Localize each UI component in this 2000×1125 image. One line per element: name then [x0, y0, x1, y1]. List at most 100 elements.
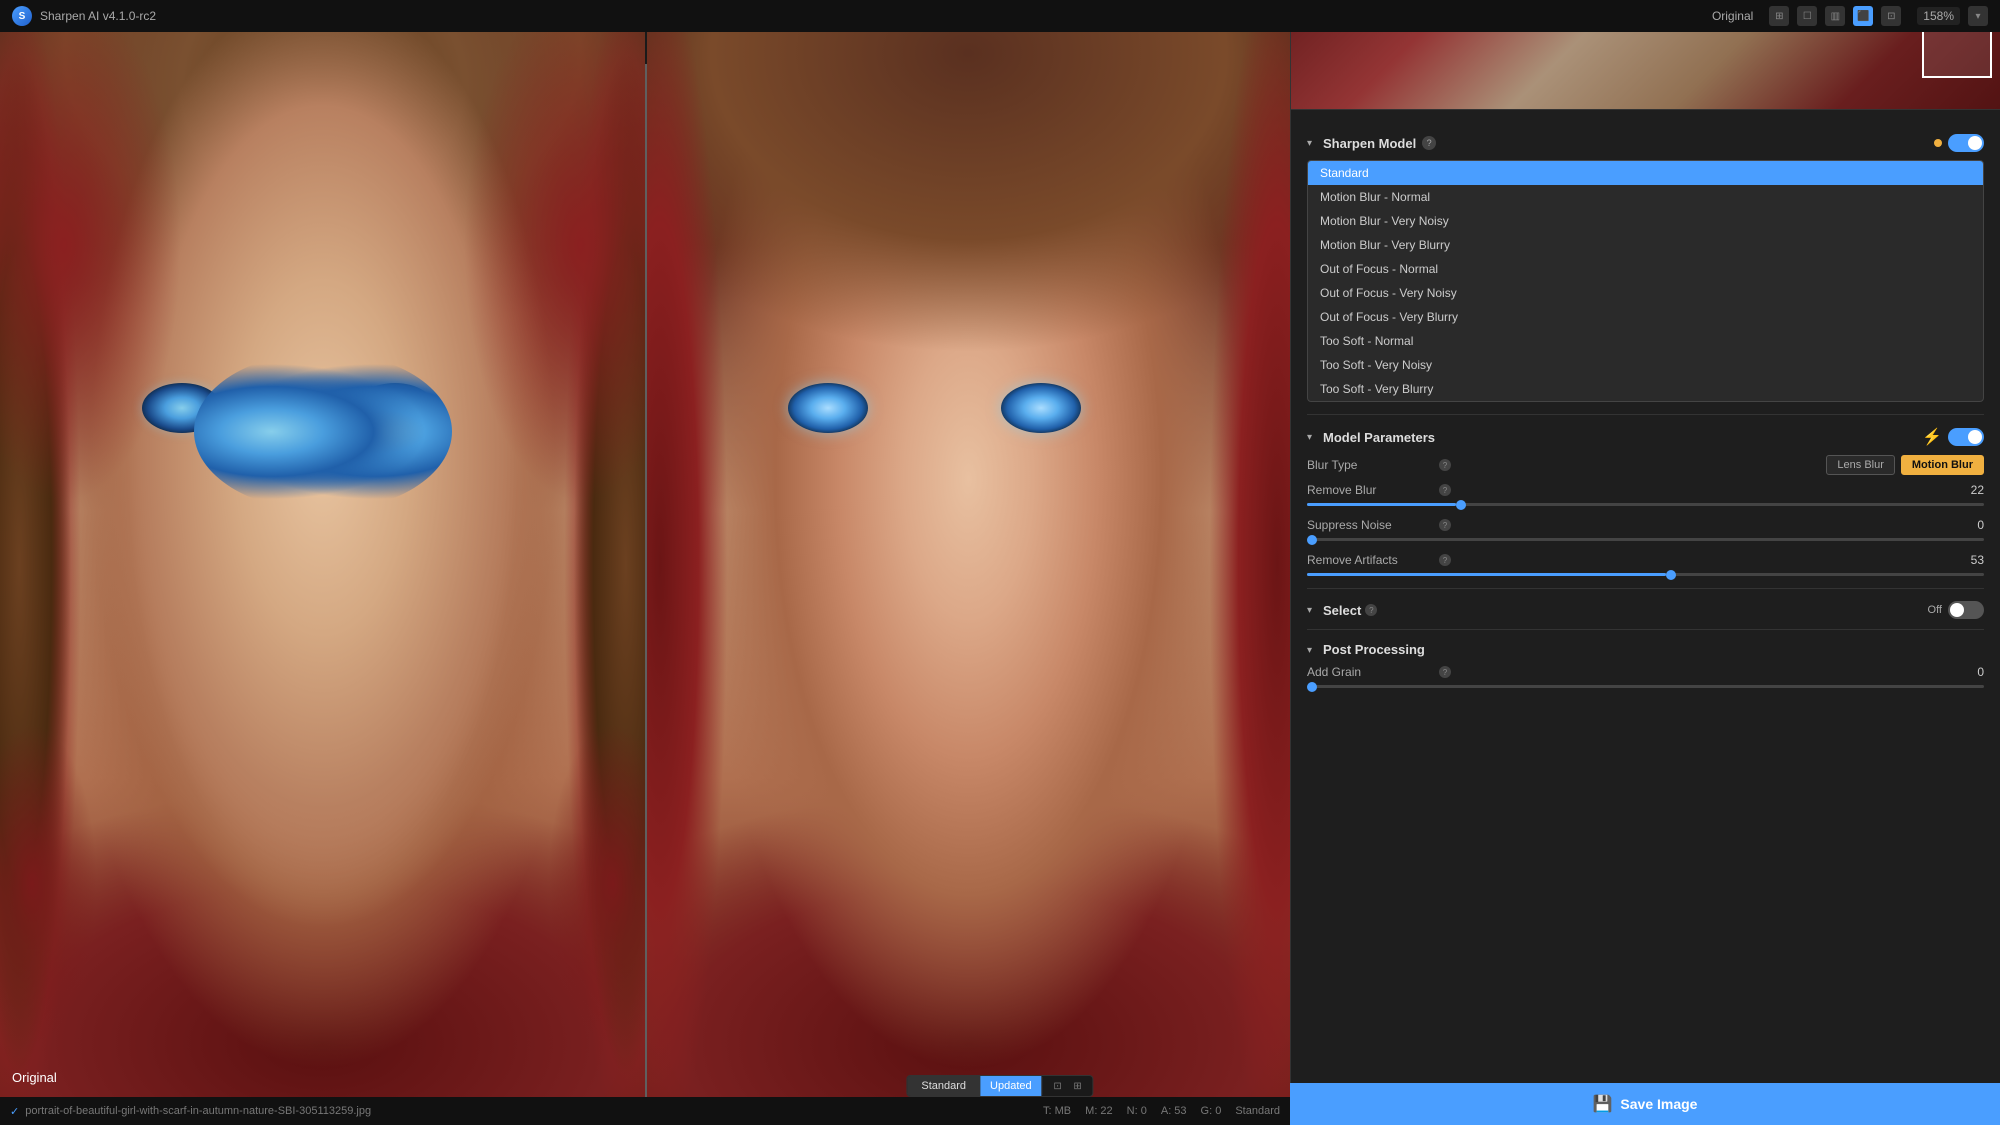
suppress-noise-container: Suppress Noise ? 0 — [1307, 518, 1984, 541]
remove-blur-label: Remove Blur — [1307, 483, 1427, 497]
add-grain-track[interactable] — [1307, 685, 1984, 688]
model-option-motion-blur-very-noisy[interactable]: Motion Blur - Very Noisy — [1308, 209, 1983, 233]
add-grain-help-icon[interactable]: ? — [1439, 666, 1451, 678]
image-statusbar: ✓ portrait-of-beautiful-girl-with-scarf-… — [0, 1097, 1290, 1125]
updated-image-bg — [647, 32, 1290, 1097]
suppress-noise-track[interactable] — [1307, 538, 1984, 541]
comparison-pill: Standard Updated ⊡ ⊞ — [906, 1075, 1093, 1097]
right-eye-left — [355, 383, 435, 433]
comparison-icons: ⊡ ⊞ — [1042, 1077, 1093, 1095]
sharpen-model-toggle[interactable] — [1948, 134, 1984, 152]
image-divider — [645, 64, 647, 1125]
model-option-standard[interactable]: Standard — [1308, 161, 1983, 185]
remove-blur-row: Remove Blur ? 22 — [1307, 483, 1984, 497]
select-help-icon[interactable]: ? — [1365, 604, 1377, 616]
sharpen-model-toggle-group — [1934, 134, 1984, 152]
select-toggle-label: Off — [1928, 604, 1942, 616]
model-option-out-of-focus-very-blurry[interactable]: Out of Focus - Very Blurry — [1308, 305, 1983, 329]
status-info-group: T: MB M: 22 N: 0 A: 53 G: 0 Standard — [1043, 1105, 1280, 1117]
select-section-header: ▾ Select ? Off — [1307, 601, 1984, 619]
save-button[interactable]: 💾 Save Image — [1290, 1083, 2000, 1125]
status-n: N: 0 — [1127, 1105, 1147, 1117]
sharpen-model-header: ▾ Sharpen Model ? — [1307, 134, 1984, 152]
remove-artifacts-label: Remove Artifacts — [1307, 553, 1427, 567]
add-grain-value: 0 — [1960, 665, 1984, 679]
remove-artifacts-value: 53 — [1960, 553, 1984, 567]
remove-blur-container: Remove Blur ? 22 — [1307, 483, 1984, 506]
panel-content: ▾ Sharpen Model ? Standard Motion Blur -… — [1291, 110, 2000, 1125]
grid-single-icon[interactable]: ☐ — [1797, 6, 1817, 26]
select-toggle-group: Off — [1928, 601, 1984, 619]
motion-blur-button[interactable]: Motion Blur — [1901, 455, 1984, 475]
remove-artifacts-container: Remove Artifacts ? 53 — [1307, 553, 1984, 576]
suppress-noise-label: Suppress Noise — [1307, 518, 1427, 532]
titlebar: S Sharpen AI v4.1.0-rc2 Original ⊞ ☐ ▥ ⬛… — [0, 0, 2000, 32]
model-parameters-toggle[interactable] — [1948, 428, 1984, 446]
model-dropdown: Standard Motion Blur - Normal Motion Blu… — [1307, 160, 1984, 402]
zoom-dropdown-icon[interactable]: ▾ — [1968, 6, 1988, 26]
blur-type-buttons: Lens Blur Motion Blur — [1826, 455, 1984, 475]
suppress-noise-help-icon[interactable]: ? — [1439, 519, 1451, 531]
post-processing-header: ▾ Post Processing — [1307, 642, 1984, 657]
add-grain-label: Add Grain — [1307, 665, 1427, 679]
sharpen-model-help-icon[interactable]: ? — [1422, 136, 1436, 150]
model-option-out-of-focus-normal[interactable]: Out of Focus - Normal — [1308, 257, 1983, 281]
post-processing-collapse-icon[interactable]: ▾ — [1307, 645, 1317, 655]
zoom-display[interactable]: 158% — [1917, 7, 1960, 25]
model-option-motion-blur-very-blurry[interactable]: Motion Blur - Very Blurry — [1308, 233, 1983, 257]
app-title: Sharpen AI v4.1.0-rc2 — [40, 9, 156, 23]
status-type: T: MB — [1043, 1105, 1071, 1117]
select-section-title: Select — [1323, 603, 1361, 618]
sharpen-model-info-dot — [1934, 139, 1942, 147]
remove-blur-thumb[interactable] — [1456, 500, 1466, 510]
remove-artifacts-track[interactable] — [1307, 573, 1984, 576]
remove-artifacts-fill — [1307, 573, 1666, 576]
left-eye-right — [788, 383, 868, 433]
remove-artifacts-thumb[interactable] — [1666, 570, 1676, 580]
section-divider-1 — [1307, 414, 1984, 415]
select-toggle[interactable] — [1948, 601, 1984, 619]
suppress-noise-value: 0 — [1960, 518, 1984, 532]
save-icon: 💾 — [1593, 1094, 1613, 1114]
comparison-standard-button[interactable]: Standard — [907, 1076, 980, 1096]
image-view-icon[interactable]: ⊡ — [1881, 6, 1901, 26]
save-button-label: Save Image — [1620, 1096, 1697, 1112]
model-option-too-soft-very-noisy[interactable]: Too Soft - Very Noisy — [1308, 353, 1983, 377]
remove-blur-help-icon[interactable]: ? — [1439, 484, 1451, 496]
remove-blur-track[interactable] — [1307, 503, 1984, 506]
comparison-updated-label: Updated — [980, 1076, 1042, 1096]
add-grain-row: Add Grain ? 0 — [1307, 665, 1984, 679]
blur-type-section: Blur Type ? Lens Blur Motion Blur — [1307, 455, 1984, 475]
model-option-too-soft-very-blurry[interactable]: Too Soft - Very Blurry — [1308, 377, 1983, 401]
lightning-icon: ⚡ — [1922, 427, 1942, 447]
sharpen-model-collapse-icon[interactable]: ▾ — [1307, 138, 1317, 148]
status-g: G: 0 — [1201, 1105, 1222, 1117]
model-parameters-collapse-icon[interactable]: ▾ — [1307, 432, 1317, 442]
remove-artifacts-help-icon[interactable]: ? — [1439, 554, 1451, 566]
suppress-noise-thumb[interactable] — [1307, 535, 1317, 545]
comparison-icon-1[interactable]: ⊡ — [1049, 1077, 1067, 1095]
blur-type-help-icon[interactable]: ? — [1439, 459, 1451, 471]
section-divider-2 — [1307, 588, 1984, 589]
original-label: Original — [1712, 9, 1753, 23]
left-eye-left — [142, 383, 222, 433]
grid-2x2-icon[interactable]: ⊞ — [1769, 6, 1789, 26]
app-icon: S — [12, 6, 32, 26]
grid-side-icon[interactable]: ▥ — [1825, 6, 1845, 26]
lens-blur-button[interactable]: Lens Blur — [1826, 455, 1894, 475]
right-panel: ▾ Sharpen Model ? Standard Motion Blur -… — [1290, 0, 2000, 1125]
model-option-out-of-focus-very-noisy[interactable]: Out of Focus - Very Noisy — [1308, 281, 1983, 305]
toolbar-icons: ⊞ ☐ ▥ ⬛ ⊡ 158% ▾ — [1769, 6, 1988, 26]
status-m: M: 22 — [1085, 1105, 1113, 1117]
add-grain-thumb[interactable] — [1307, 682, 1317, 692]
comparison-icon-2[interactable]: ⊞ — [1069, 1077, 1087, 1095]
status-filename: portrait-of-beautiful-girl-with-scarf-in… — [25, 1105, 371, 1117]
select-collapse-icon[interactable]: ▾ — [1307, 605, 1317, 615]
grid-compare-icon[interactable]: ⬛ — [1853, 6, 1873, 26]
blur-type-label: Blur Type — [1307, 458, 1427, 472]
status-model: Standard — [1235, 1105, 1280, 1117]
sharpen-model-title: Sharpen Model — [1323, 136, 1416, 151]
model-option-motion-blur-normal[interactable]: Motion Blur - Normal — [1308, 185, 1983, 209]
section-divider-3 — [1307, 629, 1984, 630]
model-option-too-soft-normal[interactable]: Too Soft - Normal — [1308, 329, 1983, 353]
